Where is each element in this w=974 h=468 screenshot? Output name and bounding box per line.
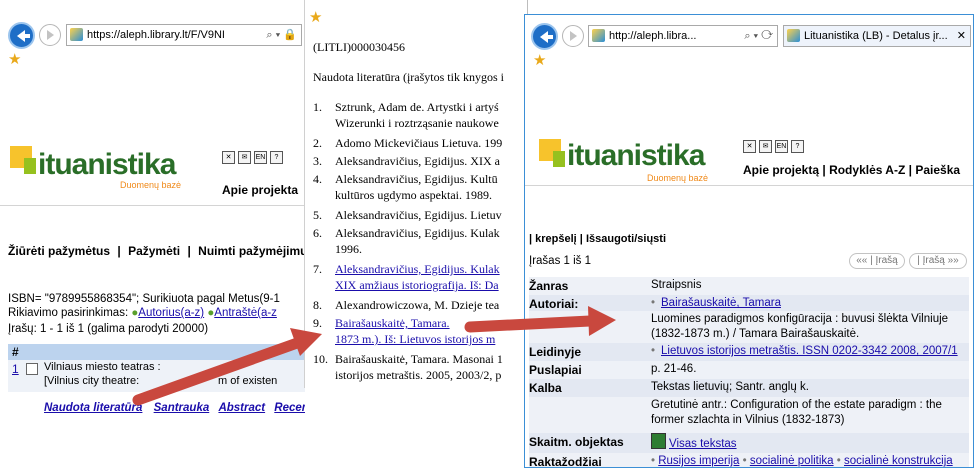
arrow-literature-to-record (464, 306, 616, 336)
annotation-arrows (132, 306, 616, 406)
arrow-left-to-literature (132, 328, 322, 406)
